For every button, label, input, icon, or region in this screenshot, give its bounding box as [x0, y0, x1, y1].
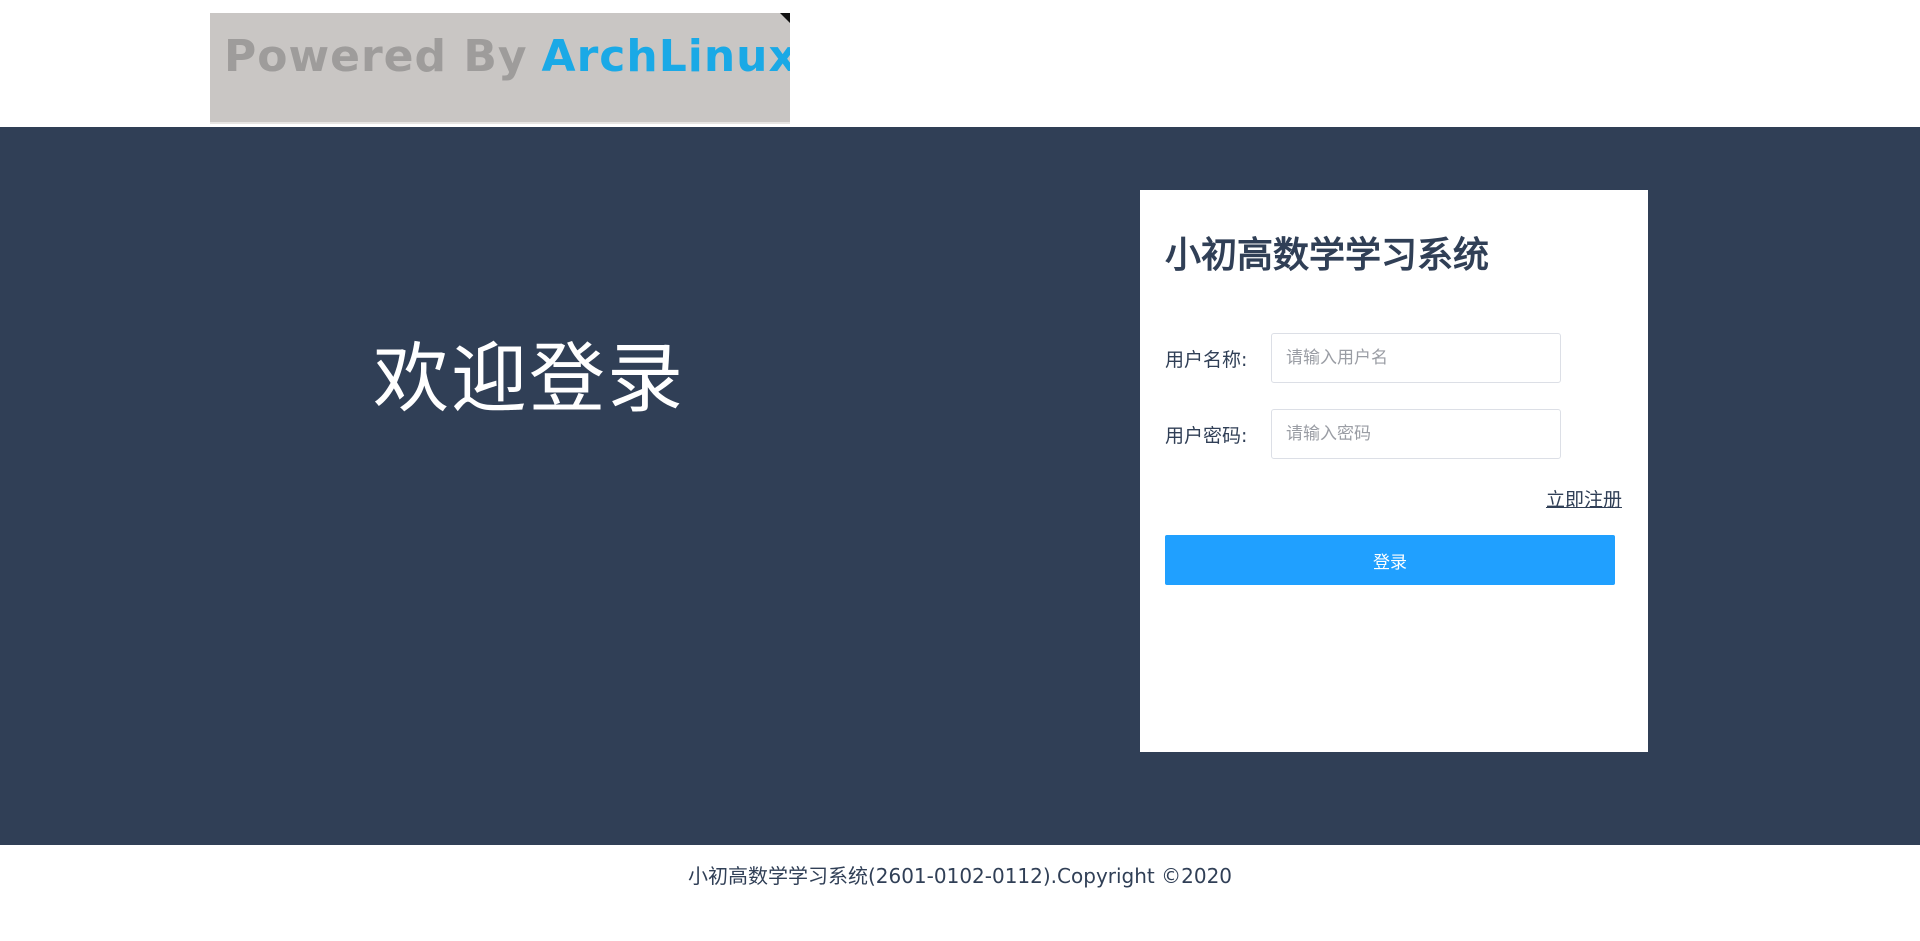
- logo-powered-text: Powered By: [224, 31, 528, 82]
- welcome-heading: 欢迎登录: [373, 334, 685, 423]
- username-label: 用户名称:: [1165, 349, 1248, 371]
- password-label: 用户密码:: [1165, 425, 1248, 447]
- logo-corner-mark: [780, 13, 790, 23]
- password-input[interactable]: [1271, 409, 1561, 459]
- logo-text: Powered By ArchLinux: [224, 31, 790, 82]
- login-card: 小初高数学学习系统 用户名称: 用户密码: 立即注册 登录: [1140, 190, 1648, 752]
- username-input[interactable]: [1271, 333, 1561, 383]
- footer: 小初高数学学习系统(2601-0102-0112).Copyright ©202…: [0, 845, 1920, 941]
- system-title: 小初高数学学习系统: [1165, 235, 1490, 276]
- copyright-text: 小初高数学学习系统(2601-0102-0112).Copyright ©202…: [687, 864, 1233, 888]
- header: Powered By ArchLinux: [0, 0, 1920, 127]
- login-button[interactable]: 登录: [1165, 535, 1615, 585]
- register-link[interactable]: 立即注册: [1546, 485, 1622, 512]
- logo-brand-text: ArchLinux: [541, 31, 790, 82]
- hero-section: 欢迎登录 小初高数学学习系统 用户名称: 用户密码: 立即注册 登录: [0, 127, 1920, 845]
- archlinux-logo: Powered By ArchLinux: [210, 13, 790, 124]
